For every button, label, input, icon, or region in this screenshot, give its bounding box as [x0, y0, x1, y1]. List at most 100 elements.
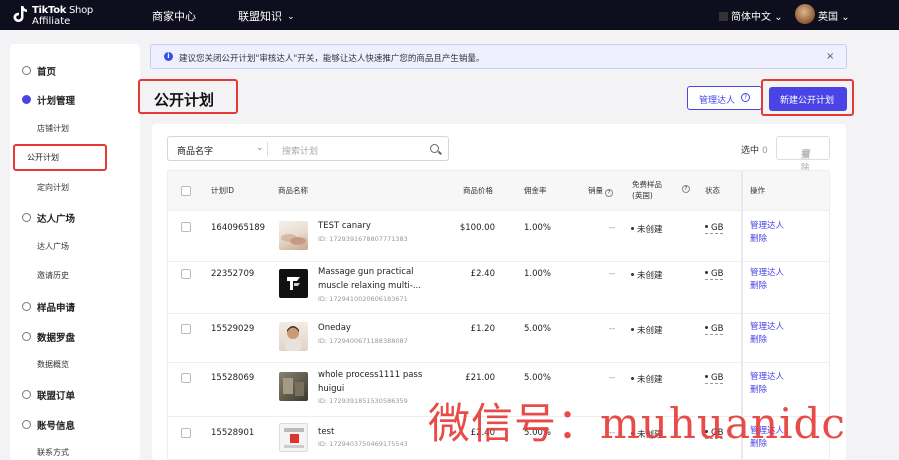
select-all-checkbox[interactable]	[181, 186, 191, 196]
manage-creators-link[interactable]: 管理达人	[750, 371, 784, 384]
region-selector[interactable]: 英国 ⌄	[818, 8, 850, 23]
sales-value: --	[609, 223, 616, 233]
delete-link[interactable]: 删除	[750, 233, 767, 246]
manage-creators-link[interactable]: 管理达人	[750, 321, 784, 334]
nav-affiliate-knowledge[interactable]: 联盟知识 ⌄	[238, 8, 295, 24]
sales-value: --	[609, 269, 616, 279]
product-name: Massage gun practical muscle relaxing mul…	[318, 265, 423, 293]
product-name: Oneday	[318, 323, 351, 333]
document-image	[284, 428, 304, 448]
nav-merchant-center[interactable]: 商家中心	[152, 8, 196, 24]
row-checkbox[interactable]	[181, 428, 191, 438]
sidebar-item-label: 达人广场	[37, 214, 76, 225]
sidebar-item-invite-history[interactable]: 邀请历史	[37, 270, 69, 281]
new-public-plan-button[interactable]: 新建公开计划	[769, 87, 847, 111]
product-name: whole process1111 pass huigui	[318, 368, 423, 396]
plan-id: 15529029	[211, 324, 255, 334]
header-commission-rate: 佣金率	[524, 186, 547, 195]
plan-id: 22352709	[211, 269, 255, 279]
home-icon	[22, 66, 31, 75]
sample-status: 未创建	[631, 269, 663, 281]
avatar[interactable]	[795, 4, 815, 24]
sidebar: 首页 计划管理 店铺计划 定向计划 达人广场 达人广场 邀请历史 样品申请 数据…	[10, 44, 140, 460]
sample-icon	[22, 302, 31, 311]
sidebar-item-creator-square[interactable]: 达人广场	[10, 209, 140, 227]
delete-link[interactable]: 删除	[750, 280, 767, 293]
divider	[267, 142, 268, 156]
chevron-down-icon: ⌄	[774, 12, 783, 23]
new-public-plan-label: 新建公开计划	[780, 96, 835, 106]
sidebar-item-sample-request[interactable]: 样品申请	[10, 298, 140, 316]
row-checkbox[interactable]	[181, 324, 191, 334]
account-icon	[22, 420, 31, 429]
product-price: £21.00	[465, 373, 495, 383]
close-icon[interactable]: ×	[826, 51, 834, 62]
plan-icon	[22, 95, 31, 104]
row-checkbox[interactable]	[181, 373, 191, 383]
plan-id: 1640965189	[211, 223, 266, 233]
selected-label: 选中	[741, 146, 760, 156]
tiktok-shop-logo[interactable]: TikTok Shop Affiliate	[12, 3, 102, 27]
row-checkbox[interactable]	[181, 222, 191, 232]
order-icon	[22, 390, 31, 399]
plan-id: 15528069	[211, 373, 255, 383]
top-bar: TikTok Shop Affiliate 商家中心 联盟知识 ⌄ 简体中文 ⌄ …	[0, 0, 899, 30]
watermark-text: 微信号：muhuanidc	[428, 399, 846, 448]
chevron-down-icon: ⌄	[287, 12, 295, 22]
row-checkbox[interactable]	[181, 269, 191, 279]
sidebar-item-contact[interactable]: 联系方式	[37, 447, 69, 458]
product-name: test	[318, 427, 335, 437]
plan-id: 15528901	[211, 428, 255, 438]
portrait-image	[285, 326, 301, 351]
delete-button[interactable]: 🗑 删除	[776, 136, 830, 173]
search-bar: 商品名字 ⌄ 搜索计划	[167, 136, 449, 161]
search-input[interactable]: 搜索计划	[282, 144, 318, 157]
search-icon[interactable]	[430, 144, 439, 153]
product-price: £1.20	[470, 324, 495, 334]
notice-text: 建议您关闭公开计划"审核达人"开关，能够让达人快速推广您的商品且产生销量。	[179, 54, 485, 64]
sample-status: 未创建	[631, 373, 663, 385]
sidebar-item-creator-square-sub[interactable]: 达人广场	[37, 241, 69, 252]
product-name: TEST canary	[318, 221, 371, 231]
brand-logo-image	[287, 277, 300, 290]
sidebar-item-public-plan[interactable]: 公开计划	[13, 144, 107, 171]
new-plan-highlight: 新建公开计划	[761, 79, 854, 116]
sidebar-item-store-plan[interactable]: 店铺计划	[37, 123, 69, 134]
shoes-image	[281, 234, 306, 245]
sidebar-item-plan-management[interactable]: 计划管理	[10, 91, 140, 109]
product-thumbnail	[279, 322, 308, 351]
language-selector[interactable]: 简体中文 ⌄	[719, 8, 783, 23]
sidebar-item-data-overview[interactable]: 数据概览	[37, 359, 69, 370]
sidebar-item-data-compass[interactable]: 数据罗盘	[10, 328, 140, 346]
manage-creators-button[interactable]: 管理达人 ?	[687, 86, 762, 110]
sidebar-item-label: 样品申请	[37, 303, 76, 314]
region-label: 英国	[818, 12, 838, 23]
product-thumbnail	[279, 423, 308, 452]
manage-creators-label: 管理达人	[699, 96, 736, 106]
help-icon: ?	[605, 189, 613, 197]
product-name-line1: Massage gun practical	[318, 267, 414, 277]
sidebar-item-account-info[interactable]: 账号信息	[10, 416, 140, 434]
sample-status: 未创建	[631, 324, 663, 336]
manage-creators-link[interactable]: 管理达人	[750, 267, 784, 280]
status-badge: GB	[705, 373, 724, 384]
header-status: 状态	[705, 186, 720, 195]
sidebar-item-targeted-plan[interactable]: 定向计划	[37, 182, 69, 193]
chevron-down-icon[interactable]: ⌄	[256, 143, 264, 153]
product-id: ID: 1729403750469175543	[318, 440, 408, 448]
sidebar-item-label: 数据罗盘	[37, 333, 76, 344]
sidebar-item-label: 首页	[37, 67, 57, 78]
sidebar-item-home[interactable]: 首页	[10, 62, 140, 80]
manage-creators-link[interactable]: 管理达人	[750, 220, 784, 233]
sidebar-item-affiliate-orders[interactable]: 联盟订单	[10, 386, 140, 404]
product-id: ID: 1729391851530586359	[318, 397, 408, 405]
header-free-sample-line2: (英国)	[632, 191, 653, 200]
delete-link[interactable]: 删除	[750, 334, 767, 347]
language-label: 简体中文	[731, 12, 771, 23]
table-row: 15529029 Oneday ID: 1729400671188388087 …	[168, 314, 829, 363]
sidebar-item-label: 计划管理	[37, 96, 76, 107]
search-field-select[interactable]: 商品名字	[177, 144, 213, 157]
sample-status: 未创建	[631, 223, 663, 235]
sales-value: --	[609, 324, 616, 334]
sidebar-item-label: 公开计划	[27, 153, 59, 162]
